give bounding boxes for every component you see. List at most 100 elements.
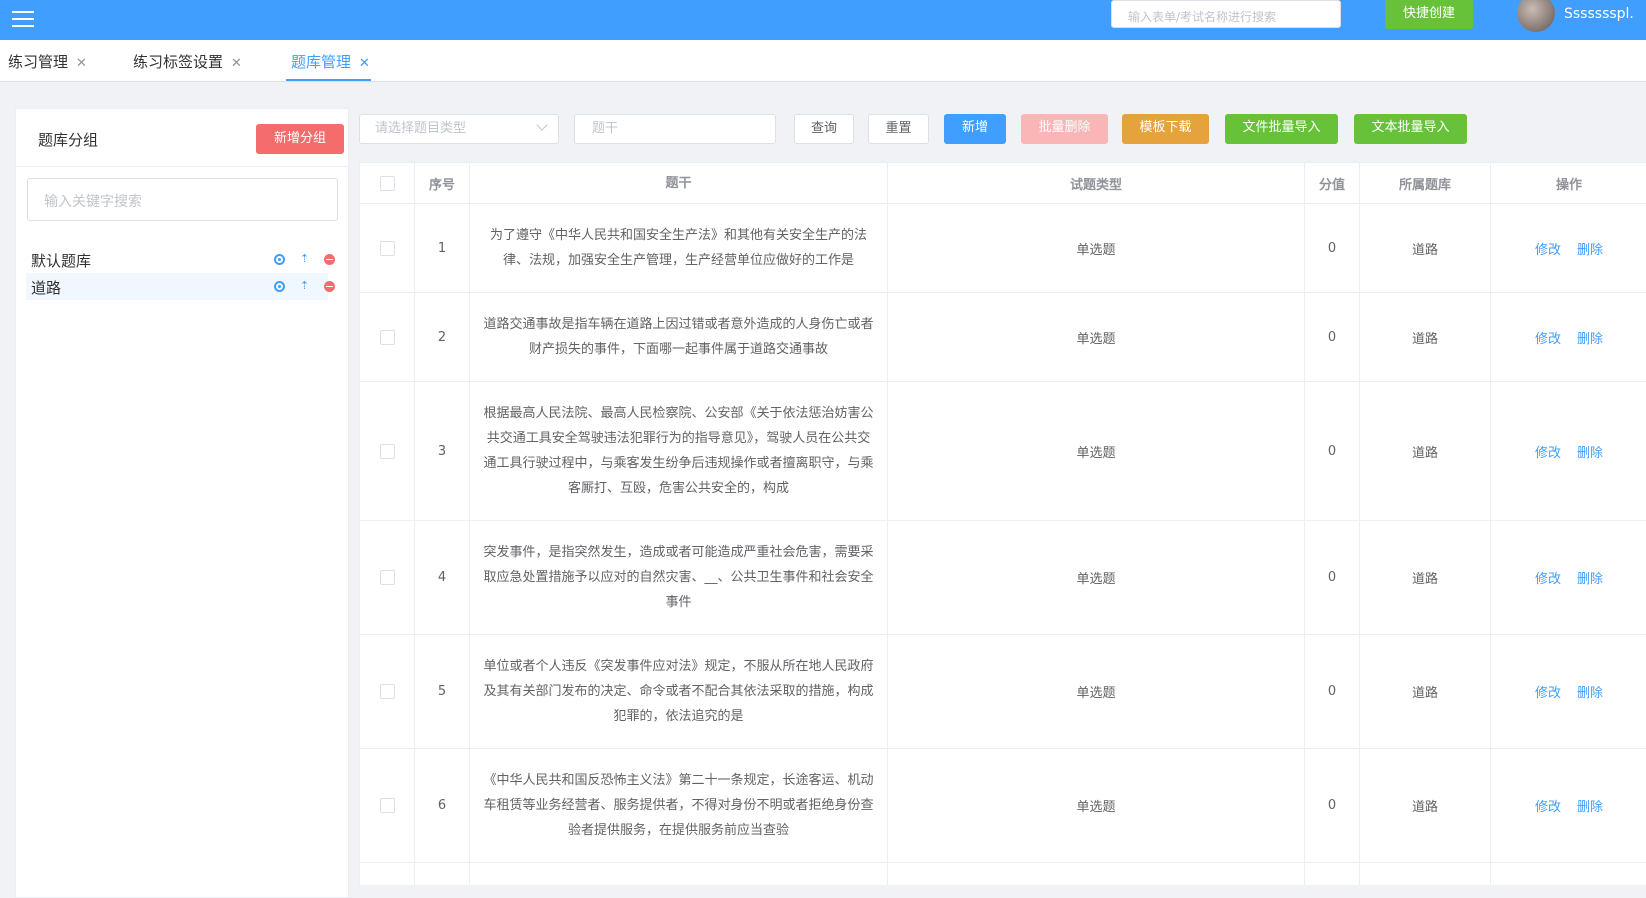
row-checkbox[interactable] bbox=[379, 684, 395, 699]
close-icon[interactable]: ✕ bbox=[76, 56, 87, 71]
group-item[interactable]: 默认题库 ⇡ bbox=[26, 246, 335, 273]
tab-practice-manage[interactable]: 练习管理 ✕ bbox=[8, 51, 87, 72]
global-search-input[interactable]: 输入表单/考试名称进行搜索 bbox=[1111, 0, 1341, 28]
delete-link[interactable]: 删除 bbox=[1577, 239, 1603, 258]
row-type: 单选题 bbox=[888, 521, 1305, 634]
close-icon[interactable]: ✕ bbox=[231, 56, 242, 71]
row-stem bbox=[470, 863, 888, 885]
row-checkbox[interactable] bbox=[379, 240, 395, 256]
tab-label: 练习管理 bbox=[8, 53, 69, 71]
edit-link[interactable]: 修改 bbox=[1535, 442, 1561, 461]
view-icon[interactable] bbox=[274, 254, 285, 265]
group-panel: 题库分组 新增分组 输入关键字搜索 默认题库 ⇡ 道路 ⇡ bbox=[15, 108, 349, 898]
question-type-placeholder: 请选择题目类型 bbox=[375, 121, 467, 136]
row-bank: 道路 bbox=[1360, 635, 1491, 748]
tab-label: 题库管理 bbox=[291, 53, 352, 71]
row-no: 6 bbox=[415, 749, 470, 862]
row-checkbox[interactable] bbox=[379, 443, 395, 459]
row-no: 4 bbox=[415, 521, 470, 634]
row-check-cell bbox=[360, 749, 415, 862]
edit-link[interactable]: 修改 bbox=[1535, 796, 1561, 815]
add-question-button[interactable]: 新增 bbox=[944, 114, 1006, 144]
remove-icon[interactable] bbox=[324, 281, 335, 292]
delete-link[interactable]: 删除 bbox=[1577, 442, 1603, 461]
delete-link[interactable]: 删除 bbox=[1577, 796, 1603, 815]
question-table: 序号 题干 试题类型 分值 所属题库 操作 1 为了遵守《中华人民共和国安全生产… bbox=[359, 162, 1646, 885]
edit-link[interactable]: 修改 bbox=[1535, 568, 1561, 587]
row-type bbox=[888, 863, 1305, 885]
reset-button[interactable]: 重置 bbox=[868, 114, 929, 144]
template-download-button[interactable]: 模板下载 bbox=[1122, 114, 1209, 144]
group-panel-title: 题库分组 bbox=[38, 131, 99, 149]
query-button[interactable]: 查询 bbox=[794, 114, 854, 144]
top-bar: 输入表单/考试名称进行搜索 快捷创建 Ssssssspl. bbox=[0, 0, 1646, 40]
tab-label: 练习标签设置 bbox=[133, 53, 224, 71]
avatar[interactable] bbox=[1517, 0, 1555, 32]
header-score: 分值 bbox=[1305, 163, 1360, 203]
row-no bbox=[415, 863, 470, 885]
edit-link[interactable]: 修改 bbox=[1535, 682, 1561, 701]
row-checkbox[interactable] bbox=[379, 329, 395, 345]
row-stem: 突发事件，是指突然发生，造成或者可能造成严重社会危害，需要采取应急处置措施予以应… bbox=[470, 521, 888, 634]
table-row bbox=[360, 863, 1646, 885]
delete-link[interactable]: 删除 bbox=[1577, 328, 1603, 347]
chevron-down-icon bbox=[536, 119, 548, 131]
table-row: 5 单位或者个人违反《突发事件应对法》规定，不服从所在地人民政府及其有关部门发布… bbox=[360, 635, 1646, 749]
close-icon[interactable]: ✕ bbox=[359, 56, 370, 71]
row-type: 单选题 bbox=[888, 749, 1305, 862]
edit-link[interactable]: 修改 bbox=[1535, 328, 1561, 347]
upload-icon[interactable]: ⇡ bbox=[299, 280, 310, 291]
table-header: 序号 题干 试题类型 分值 所属题库 操作 bbox=[360, 163, 1646, 204]
batch-delete-button[interactable]: 批量删除 bbox=[1021, 114, 1108, 144]
row-score: 0 bbox=[1305, 635, 1360, 748]
text-batch-import-button[interactable]: 文本批量导入 bbox=[1354, 114, 1467, 144]
row-check-cell bbox=[360, 635, 415, 748]
table-row: 3 根据最高人民法院、最高人民检察院、公安部《关于依法惩治妨害公共交通工具安全驾… bbox=[360, 382, 1646, 521]
edit-link[interactable]: 修改 bbox=[1535, 239, 1561, 258]
tab-practice-tags[interactable]: 练习标签设置 ✕ bbox=[133, 51, 242, 72]
row-ops: 修改 删除 bbox=[1491, 749, 1646, 862]
quick-create-button[interactable]: 快捷创建 bbox=[1385, 0, 1473, 29]
tab-bar: 练习管理 ✕ 练习标签设置 ✕ 题库管理 ✕ bbox=[0, 40, 1646, 82]
row-type: 单选题 bbox=[888, 204, 1305, 292]
row-bank bbox=[1360, 863, 1491, 885]
hamburger-menu-icon[interactable] bbox=[12, 6, 34, 30]
upload-icon[interactable]: ⇡ bbox=[299, 253, 310, 264]
stem-search-input[interactable]: 题干 bbox=[574, 114, 776, 144]
table-row: 1 为了遵守《中华人民共和国安全生产法》和其他有关安全生产的法律、法规，加强安全… bbox=[360, 204, 1646, 293]
select-all-checkbox[interactable] bbox=[379, 175, 395, 191]
remove-icon[interactable] bbox=[324, 254, 335, 265]
row-score: 0 bbox=[1305, 382, 1360, 520]
question-type-select[interactable]: 请选择题目类型 bbox=[359, 114, 559, 144]
select-all-cell bbox=[360, 163, 415, 203]
file-batch-import-button[interactable]: 文件批量导入 bbox=[1225, 114, 1338, 144]
divider bbox=[16, 166, 348, 167]
username[interactable]: Ssssssspl. bbox=[1564, 6, 1634, 22]
row-checkbox[interactable] bbox=[379, 798, 395, 813]
row-ops: 修改 删除 bbox=[1491, 635, 1646, 748]
delete-link[interactable]: 删除 bbox=[1577, 682, 1603, 701]
row-ops bbox=[1491, 863, 1646, 885]
row-no: 1 bbox=[415, 204, 470, 292]
row-type: 单选题 bbox=[888, 635, 1305, 748]
row-score: 0 bbox=[1305, 749, 1360, 862]
row-no: 2 bbox=[415, 293, 470, 381]
row-bank: 道路 bbox=[1360, 293, 1491, 381]
row-stem: 道路交通事故是指车辆在道路上因过错或者意外造成的人身伤亡或者财产损失的事件，下面… bbox=[470, 293, 888, 381]
row-checkbox[interactable] bbox=[379, 570, 395, 585]
group-search-input[interactable]: 输入关键字搜索 bbox=[27, 178, 338, 221]
view-icon[interactable] bbox=[274, 281, 285, 292]
delete-link[interactable]: 删除 bbox=[1577, 568, 1603, 587]
row-stem: 《中华人民共和国反恐怖主义法》第二十一条规定，长途客运、机动车租赁等业务经营者、… bbox=[470, 749, 888, 862]
row-check-cell bbox=[360, 521, 415, 634]
row-bank: 道路 bbox=[1360, 382, 1491, 520]
table-row: 6 《中华人民共和国反恐怖主义法》第二十一条规定，长途客运、机动车租赁等业务经营… bbox=[360, 749, 1646, 863]
add-group-button[interactable]: 新增分组 bbox=[256, 124, 344, 154]
header-type: 试题类型 bbox=[888, 163, 1305, 203]
row-score bbox=[1305, 863, 1360, 885]
row-type: 单选题 bbox=[888, 382, 1305, 520]
group-item[interactable]: 道路 ⇡ bbox=[26, 273, 335, 300]
tab-question-bank[interactable]: 题库管理 ✕ bbox=[291, 51, 370, 72]
header-ops: 操作 bbox=[1555, 177, 1582, 193]
row-check-cell bbox=[360, 293, 415, 381]
